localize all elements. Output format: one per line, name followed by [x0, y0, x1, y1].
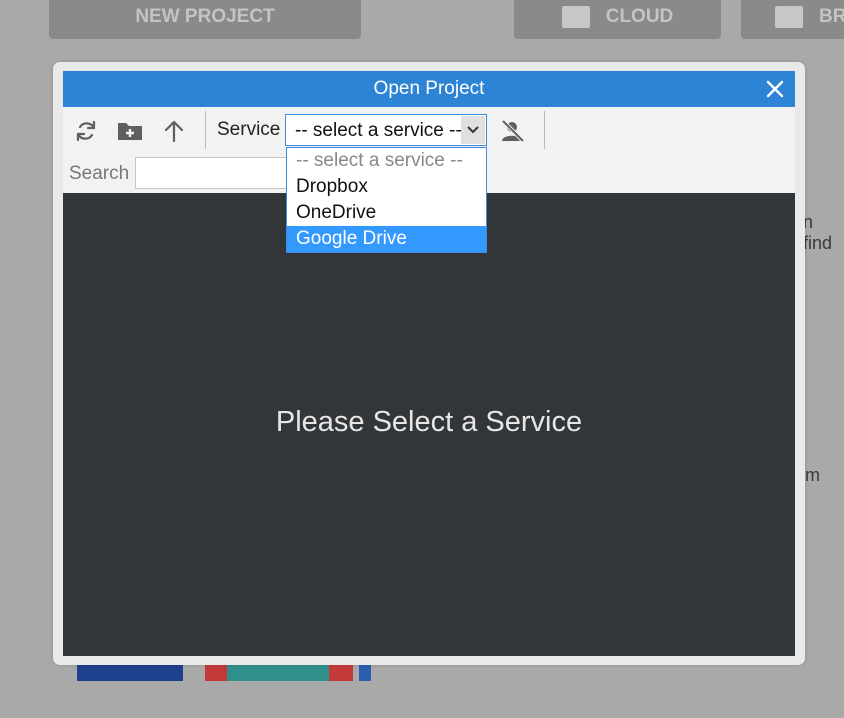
search-input[interactable] — [135, 157, 295, 189]
service-dropdown-list: -- select a service -- Dropbox OneDrive … — [286, 147, 487, 253]
chevron-down-icon[interactable] — [461, 116, 485, 144]
dropdown-option-dropbox[interactable]: Dropbox — [287, 174, 486, 200]
search-label: Search — [69, 163, 130, 184]
toolbar-divider — [544, 111, 545, 149]
content-area: Please Select a Service — [63, 193, 795, 656]
close-icon[interactable] — [763, 77, 787, 101]
user-off-icon[interactable] — [499, 117, 527, 145]
service-select[interactable]: -- select a service -- — [285, 114, 487, 146]
background-text: n find — [803, 212, 833, 253]
background-text: m — [805, 465, 820, 485]
dropdown-option-onedrive[interactable]: OneDrive — [287, 200, 486, 226]
toolbar-divider — [205, 111, 206, 149]
new-project-label: NEW PROJECT — [135, 5, 275, 27]
arrow-up-icon[interactable] — [160, 117, 188, 145]
service-label: Service — [217, 119, 281, 140]
browser-label: BR — [819, 5, 844, 27]
dropdown-option-placeholder[interactable]: -- select a service -- — [287, 148, 486, 174]
service-select-value: -- select a service -- — [295, 120, 462, 141]
cloud-button: CLOUD — [514, 0, 721, 39]
dialog-title: Open Project — [373, 78, 485, 99]
dropdown-option-google-drive[interactable]: Google Drive — [287, 226, 486, 252]
empty-state-message: Please Select a Service — [275, 406, 583, 438]
checkbox-icon — [775, 5, 803, 28]
cloud-label: CLOUD — [605, 5, 674, 27]
browser-button: BR — [741, 0, 844, 39]
refresh-icon[interactable] — [72, 117, 100, 145]
new-project-button: NEW PROJECT — [49, 0, 361, 39]
checkbox-icon — [561, 5, 590, 28]
new-folder-icon[interactable] — [116, 117, 144, 145]
dialog-titlebar: Open Project — [63, 71, 795, 107]
